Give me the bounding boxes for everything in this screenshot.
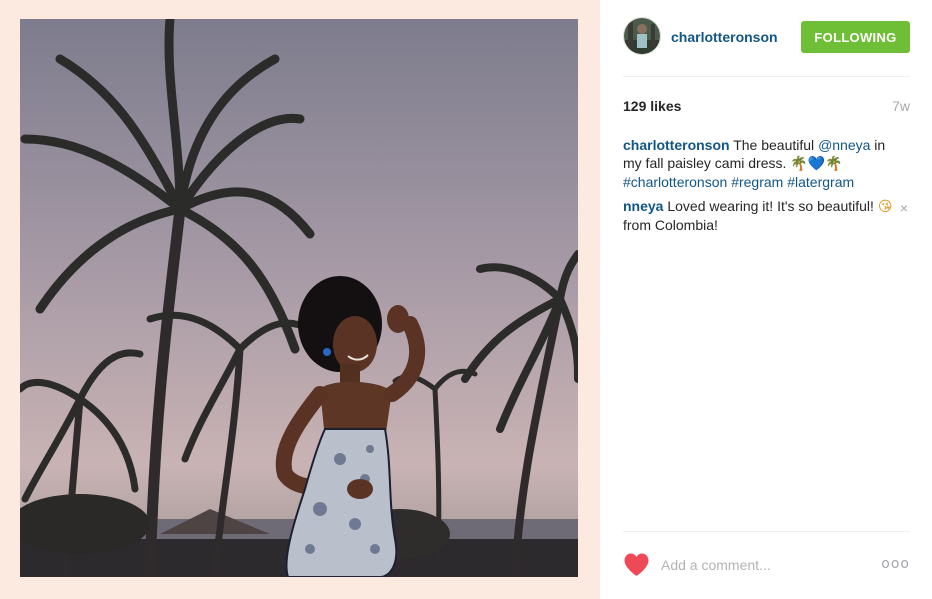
- comments-list: charlotteronson The beautiful @nneya in …: [623, 136, 908, 240]
- media-panel: [0, 0, 600, 599]
- comment-text-1: Loved wearing it! It's so beautiful!: [663, 198, 878, 214]
- post-time[interactable]: 7w: [892, 98, 910, 114]
- footer-divider: [623, 531, 910, 532]
- comment-text-2: from Colombia!: [623, 217, 718, 233]
- close-icon[interactable]: ×: [900, 199, 908, 217]
- following-button[interactable]: FOLLOWING: [801, 21, 910, 53]
- hashtag[interactable]: #charlotteronson: [623, 174, 727, 190]
- comment-username[interactable]: nneya: [623, 198, 663, 214]
- hashtag[interactable]: #regram: [731, 174, 783, 190]
- comment-input[interactable]: [661, 553, 861, 577]
- caption-mention[interactable]: @nneya: [818, 137, 870, 153]
- hashtag[interactable]: #latergram: [787, 174, 854, 190]
- post-header: charlotteronson FOLLOWING: [623, 17, 910, 57]
- caption-username[interactable]: charlotteronson: [623, 137, 730, 153]
- photo-scene: [20, 19, 578, 577]
- post-modal: charlotteronson FOLLOWING 129 likes 7w c…: [0, 0, 932, 599]
- palm-tree-icon: 🌴: [825, 156, 843, 172]
- likes-count[interactable]: 129 likes: [623, 98, 681, 114]
- avatar[interactable]: [623, 17, 661, 55]
- blue-heart-icon: 💙: [807, 156, 826, 172]
- more-options-icon[interactable]: ooo: [881, 556, 910, 572]
- avatar-image: [624, 18, 660, 54]
- post-photo[interactable]: [20, 19, 578, 577]
- post-username[interactable]: charlotteronson: [671, 29, 778, 45]
- palm-tree-icon: 🌴: [790, 156, 808, 172]
- heart-icon[interactable]: [623, 552, 650, 578]
- kissing-face-icon: 😘: [877, 199, 893, 215]
- post-details: charlotteronson FOLLOWING 129 likes 7w c…: [600, 0, 932, 599]
- caption-text-1: The beautiful: [729, 137, 819, 153]
- post-footer: ooo: [623, 551, 910, 579]
- caption: charlotteronson The beautiful @nneya in …: [623, 136, 893, 191]
- header-divider: [623, 76, 910, 77]
- comment-item: nneya Loved wearing it! It's so beautifu…: [623, 197, 908, 234]
